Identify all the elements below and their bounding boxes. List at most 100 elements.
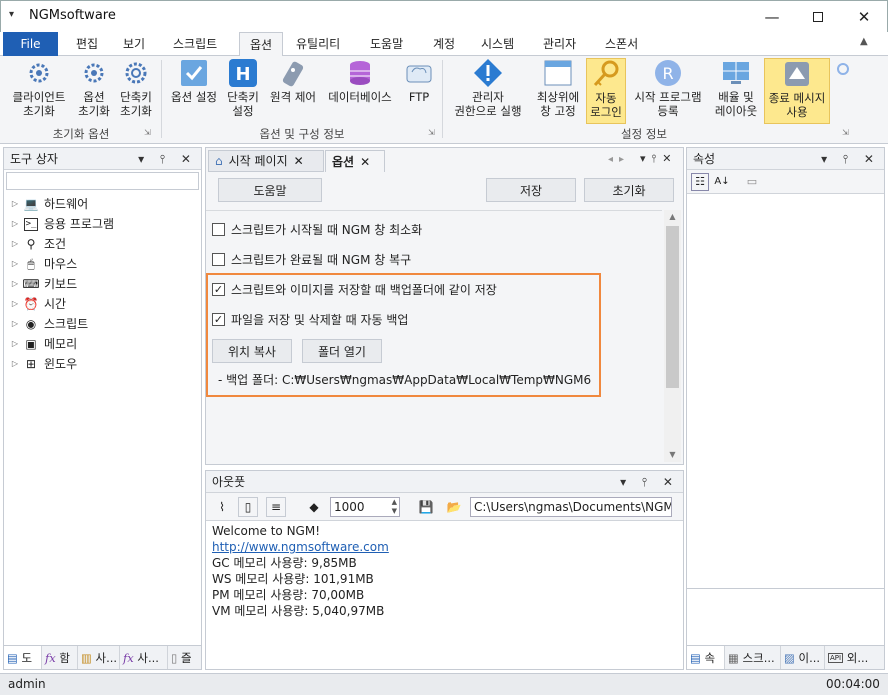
tab-options-document[interactable]: 옵션 ✕ [325,150,385,172]
broom-icon[interactable]: ⌇ [212,497,232,517]
eraser-icon[interactable]: ◆ [304,497,324,517]
tab-nav-arrows[interactable]: ◂▸ [608,154,630,165]
hotkey-icon: H [228,58,258,88]
registry-icon: R [653,58,683,88]
help-button[interactable]: 도움말 [218,178,322,202]
run-as-admin-button[interactable]: 관리자 권한으로 실행 [446,58,530,118]
scale-layout-button[interactable]: 배율 및 레이아웃 [710,58,762,118]
reset-client-button[interactable]: 클라이언트 초기화 [6,58,72,118]
sort-az-icon[interactable]: A↓ [713,173,731,191]
folder-icon[interactable]: 📂 [444,497,464,517]
close-button[interactable]: ✕ [841,1,887,33]
quick-access-icon[interactable]: ▾ [9,9,14,20]
group-launcher-icon[interactable]: ⇲ [144,128,151,137]
reset-shortcut-button[interactable]: 단축키 초기화 [116,58,156,118]
option-restore-on-complete[interactable]: 스크립트가 완료될 때 NGM 창 복구 [212,251,411,268]
exit-message-button[interactable]: 종료 메시지 사용 [764,58,830,124]
tree-item-application[interactable]: ▷ >_ 응용 프로그램 [8,214,201,234]
tab-sponsor[interactable]: 스폰서 [595,32,648,56]
tab-start-page[interactable]: ⌂ 시작 페이지 ✕ [208,150,324,172]
tree-item-hardware[interactable]: ▷ 💻 하드웨어 [8,194,201,214]
option-auto-backup[interactable]: ✓ 파일을 저장 및 삭제할 때 자동 백업 [212,311,408,328]
tab-favorites[interactable]: ▯ 즐 [168,646,201,669]
categorized-icon[interactable]: ☷ [691,173,709,191]
lines-icon[interactable]: ≡ [266,497,286,517]
tab-properties[interactable]: ▤ 속 [687,646,725,669]
scroll-down-icon[interactable]: ▼ [664,448,681,462]
checkbox-icon [179,58,209,88]
ribbon-collapse-icon[interactable]: ▲ [860,36,868,47]
close-tab-icon[interactable]: ✕ [294,150,304,172]
line-count-input[interactable]: 1000 ▲ ▼ [330,497,400,517]
always-on-top-button[interactable]: 최상위에 창 고정 [531,58,585,118]
output-path-input[interactable]: C:\Users\ngmas\Documents\NGM6\ [470,497,672,517]
tab-user-toolbox[interactable]: ▥ 사... [78,646,120,669]
toolbox-search-input[interactable] [6,172,199,190]
tree-item-condition[interactable]: ▷ ⚲ 조건 [8,234,201,254]
tree-item-keyboard[interactable]: ▷ ⌨ 키보드 [8,274,201,294]
startup-register-button[interactable]: R 시작 프로그램 등록 [628,58,708,118]
doc-panel-controls[interactable]: ▾⫯✕ [640,152,678,166]
shortcut-settings-button[interactable]: H 단축키 설정 [223,58,263,118]
scale-layout-label: 배율 및 레이아웃 [714,90,758,118]
tab-functions[interactable]: fx 함 [42,646,78,669]
options-scrollbar[interactable]: ▲ ▼ [664,210,681,462]
group-settings-info: 설정 정보 [621,127,667,141]
open-folder-button[interactable]: 폴더 열기 [302,339,382,363]
website-link[interactable]: http://www.ngmsoftware.com [212,539,677,555]
tree-item-memory[interactable]: ▷ ▣ 메모리 [8,334,201,354]
spinner-icon[interactable]: ▲ ▼ [392,498,397,516]
group-launcher-icon[interactable]: ⇲ [842,128,849,137]
document-clock-icon[interactable]: ▯ [238,497,258,517]
scroll-up-icon[interactable]: ▲ [664,210,681,224]
database-button[interactable]: 데이터베이스 [322,58,398,104]
checkbox-auto-backup[interactable]: ✓ [212,313,225,326]
tab-system[interactable]: 시스템 [471,32,524,56]
tree-item-mouse[interactable]: ▷ 🖱 마우스 [8,254,201,274]
option-minimize-on-start[interactable]: 스크립트가 시작될 때 NGM 창 최소화 [212,221,422,238]
minimize-button[interactable]: — [749,1,795,33]
file-tab[interactable]: File [3,32,58,56]
save-icon[interactable]: 💾 [416,497,436,517]
group-reset-options: 초기화 옵션 [52,127,110,141]
tab-admin[interactable]: 관리자 [533,32,586,56]
option-settings-button[interactable]: 옵션 설정 [166,58,222,104]
ftp-button[interactable]: FTP [400,58,438,104]
scroll-thumb[interactable] [666,226,679,388]
panel-controls[interactable]: ▾ ⫯ ✕ [138,148,197,170]
option-backup-on-save[interactable]: ✓ 스크립트와 이미지를 저장할 때 백업폴더에 같이 저장 [212,281,497,298]
tree-item-window[interactable]: ▷ ⊞ 윈도우 [8,354,201,374]
tab-utility[interactable]: 유틸리티 [286,32,350,56]
tab-images[interactable]: ▨ 이... [781,646,825,669]
checkbox-restore-on-complete[interactable] [212,253,225,266]
close-tab-icon[interactable]: ✕ [360,151,370,173]
maximize-button[interactable] [795,1,841,33]
copy-location-button[interactable]: 위치 복사 [212,339,292,363]
panel-controls[interactable]: ▾ ⫯ ✕ [620,471,679,493]
tree-item-time[interactable]: ▷ ⏰ 시간 [8,294,201,314]
tab-external[interactable]: API 외... [825,646,884,669]
checkbox-minimize-on-start[interactable] [212,223,225,236]
tab-options[interactable]: 옵션 [239,32,284,57]
tab-view[interactable]: 보기 [113,32,155,56]
reset-button[interactable]: 초기화 [584,178,674,202]
auto-login-button[interactable]: 자동 로그인 [586,58,626,124]
property-pages-icon[interactable]: ▭ [743,173,761,191]
tab-account[interactable]: 계정 [423,32,465,56]
exit-message-label: 종료 메시지 사용 [768,91,826,119]
reset-options-button[interactable]: 옵션 초기화 [74,58,114,118]
group-launcher-icon[interactable]: ⇲ [428,128,435,137]
panel-controls[interactable]: ▾ ⫯ ✕ [821,148,880,170]
tab-toolbox[interactable]: ▤ 도 [4,646,42,669]
tab-edit[interactable]: 편집 [66,32,108,56]
checkbox-backup-on-save[interactable]: ✓ [212,283,225,296]
laptop-icon: 💻 [23,197,39,211]
tree-item-script[interactable]: ▷ ◉ 스크립트 [8,314,201,334]
tab-script[interactable]: 스크립트 [163,32,227,56]
tab-user-functions[interactable]: fx 사... [120,646,168,669]
tab-script-view[interactable]: ▦ 스크... [725,646,781,669]
refresh-icon[interactable] [836,62,850,79]
tab-help[interactable]: 도움말 [360,32,413,56]
remote-control-button[interactable]: 원격 제어 [266,58,320,104]
save-button[interactable]: 저장 [486,178,576,202]
